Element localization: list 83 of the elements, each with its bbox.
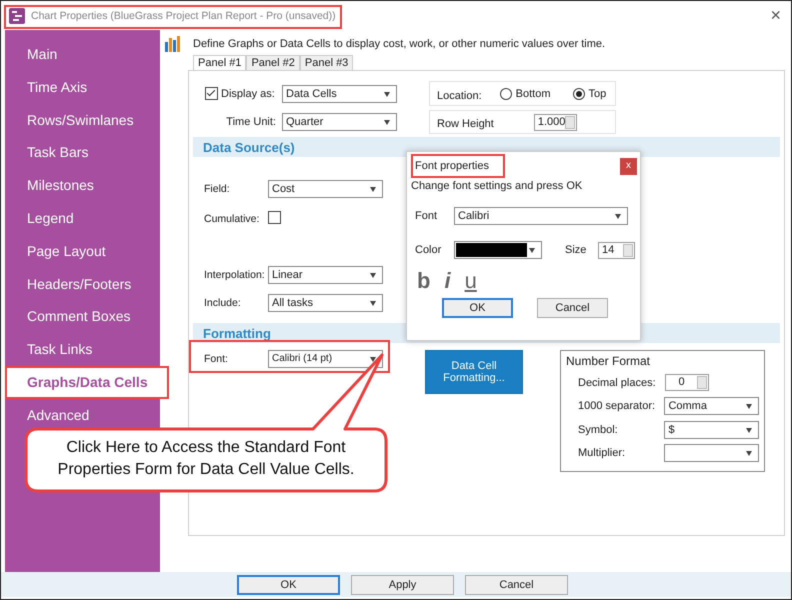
caret-icon [615, 214, 621, 219]
spinner-field[interactable]: 14 [598, 242, 635, 258]
dialog-button[interactable]: OK [237, 574, 340, 594]
panel-tab[interactable]: Panel #2 [246, 55, 300, 70]
sidebar-item[interactable]: Rows/Swimlanes [5, 104, 160, 136]
sidebar-item[interactable]: Milestones [5, 169, 160, 202]
style-toggle[interactable]: b [417, 270, 430, 292]
field-label: Display as: [221, 88, 275, 100]
sidebar-item[interactable]: Main [5, 38, 160, 71]
field-label: Cumulative: [203, 213, 260, 225]
dropdown[interactable]: $ [664, 420, 759, 439]
panel-tab[interactable]: Panel #3 [300, 55, 354, 70]
data-cell-formatting-button[interactable]: Data Cell Formatting... [425, 350, 523, 394]
caret-icon [746, 428, 752, 433]
caret-icon [384, 120, 390, 125]
section-title: Data Source(s) [203, 140, 295, 154]
caret-icon [370, 187, 376, 192]
panel-tab[interactable]: Panel #1 [193, 55, 246, 70]
dropdown[interactable]: Calibri (14 pt) [268, 350, 383, 368]
field-label: Decimal places: [577, 376, 657, 389]
app-icon [9, 8, 25, 24]
window-title: Chart Properties (BlueGrass Project Plan Report - Pro (unsaved)) [31, 10, 336, 22]
radio-option[interactable]: Top [572, 88, 606, 100]
instruction-text: Change font settings and press OK [410, 180, 584, 192]
callout-text: Click Here to Access the Standard Font Properties Form for Data Cell Value Cells. [56, 438, 356, 480]
caret-icon [746, 404, 752, 410]
dropdown[interactable]: Quarter [282, 113, 397, 131]
style-toggle[interactable]: u [464, 270, 477, 292]
section-title: Formatting [203, 326, 271, 340]
dropdown[interactable] [664, 444, 759, 462]
sidebar-item[interactable]: Task Bars [5, 136, 160, 170]
field-label: 1000 separator: [577, 400, 656, 412]
group-title: Number Format [566, 354, 652, 368]
caret-icon [746, 451, 752, 456]
caret-icon [384, 92, 390, 96]
field-label: Interpolation: [203, 269, 266, 281]
dropdown[interactable]: Linear [268, 266, 383, 284]
sidebar-item[interactable]: Legend [5, 202, 160, 235]
dropdown[interactable]: All tasks [268, 294, 383, 312]
dropdown[interactable]: Cost [268, 180, 383, 198]
sidebar-item[interactable]: Page Layout [5, 234, 160, 268]
spinner-arrows-icon [623, 244, 633, 256]
spinner-arrows-icon [564, 116, 575, 128]
description-text: Define Graphs or Data Cells to display cost, work, or other numeric values over time. [193, 38, 606, 50]
field-label: Symbol: [577, 424, 619, 436]
sidebar-item[interactable]: Task Links [5, 333, 160, 366]
spinner-field[interactable]: 0 [665, 374, 709, 392]
caret-icon [529, 248, 535, 253]
field-label: Size [564, 244, 588, 256]
spinner-field[interactable]: 1.000 [534, 114, 577, 130]
color-picker[interactable] [454, 241, 542, 259]
dropdown[interactable]: Data Cells [282, 84, 397, 102]
dialog-button[interactable]: Cancel [465, 574, 568, 594]
field-label: Font [414, 210, 438, 222]
radio-option[interactable]: Bottom [500, 88, 551, 100]
close-button[interactable]: × [770, 5, 781, 26]
dialog-title: Font properties [415, 160, 489, 172]
field-label: Font: [203, 353, 229, 365]
field-label: Color [414, 244, 442, 256]
field-label: Multiplier: [577, 447, 626, 460]
dialog-button[interactable]: Cancel [537, 298, 608, 318]
sidebar-item[interactable]: Advanced [5, 398, 160, 432]
dropdown[interactable]: Comma [664, 397, 759, 416]
caret-icon [370, 273, 376, 278]
dropdown[interactable]: Calibri [454, 207, 628, 225]
style-toggle[interactable]: i [444, 270, 451, 292]
checkbox[interactable] [205, 87, 218, 100]
dialog-button[interactable]: Apply [351, 574, 454, 594]
field-label: Field: [203, 183, 231, 195]
checkbox[interactable] [268, 210, 281, 224]
field-label: Time Unit: [226, 116, 276, 128]
spinner-arrows-icon [697, 376, 707, 390]
bar-chart-icon [165, 36, 181, 52]
caret-icon [370, 301, 376, 306]
sidebar-item[interactable]: Comment Boxes [5, 300, 160, 334]
field-label: Row Height [437, 118, 494, 130]
field-label: Include: [203, 297, 242, 309]
field-label: Location: [437, 90, 482, 102]
dialog-button[interactable]: OK [442, 298, 513, 318]
sidebar-item[interactable]: Headers/Footers [5, 268, 160, 300]
sidebar-item[interactable]: Graphs/Data Cells [5, 366, 169, 399]
close-button[interactable]: x [620, 158, 637, 174]
sidebar-item[interactable]: Time Axis [5, 70, 160, 104]
